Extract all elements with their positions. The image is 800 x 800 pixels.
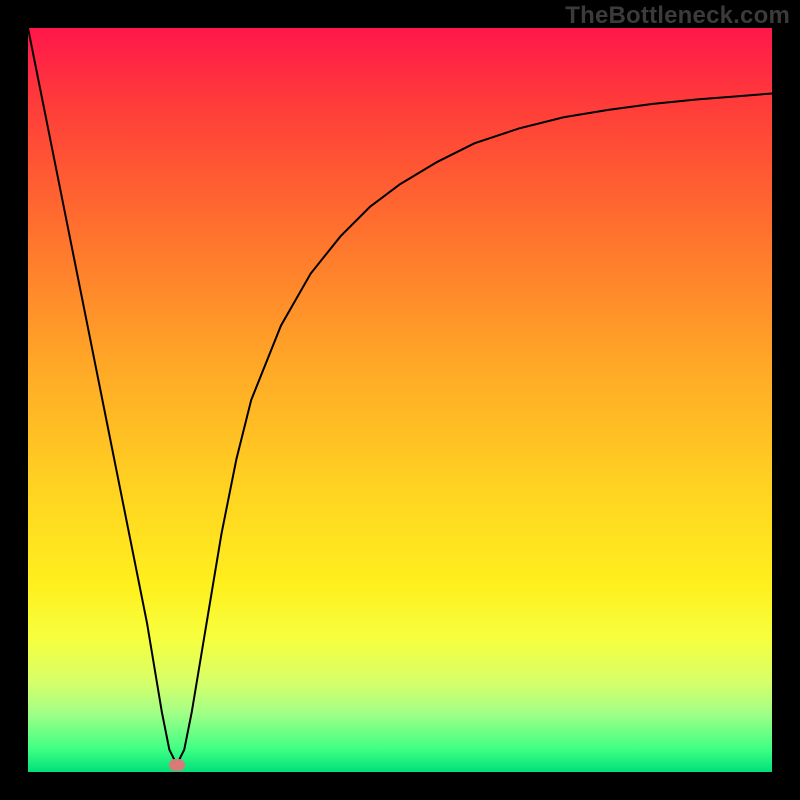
bottleneck-curve [28, 28, 772, 772]
curve-path [28, 28, 772, 765]
minimum-marker [169, 759, 185, 771]
watermark-text: TheBottleneck.com [565, 2, 790, 30]
plot-area [28, 28, 772, 772]
chart-frame: TheBottleneck.com [0, 0, 800, 800]
